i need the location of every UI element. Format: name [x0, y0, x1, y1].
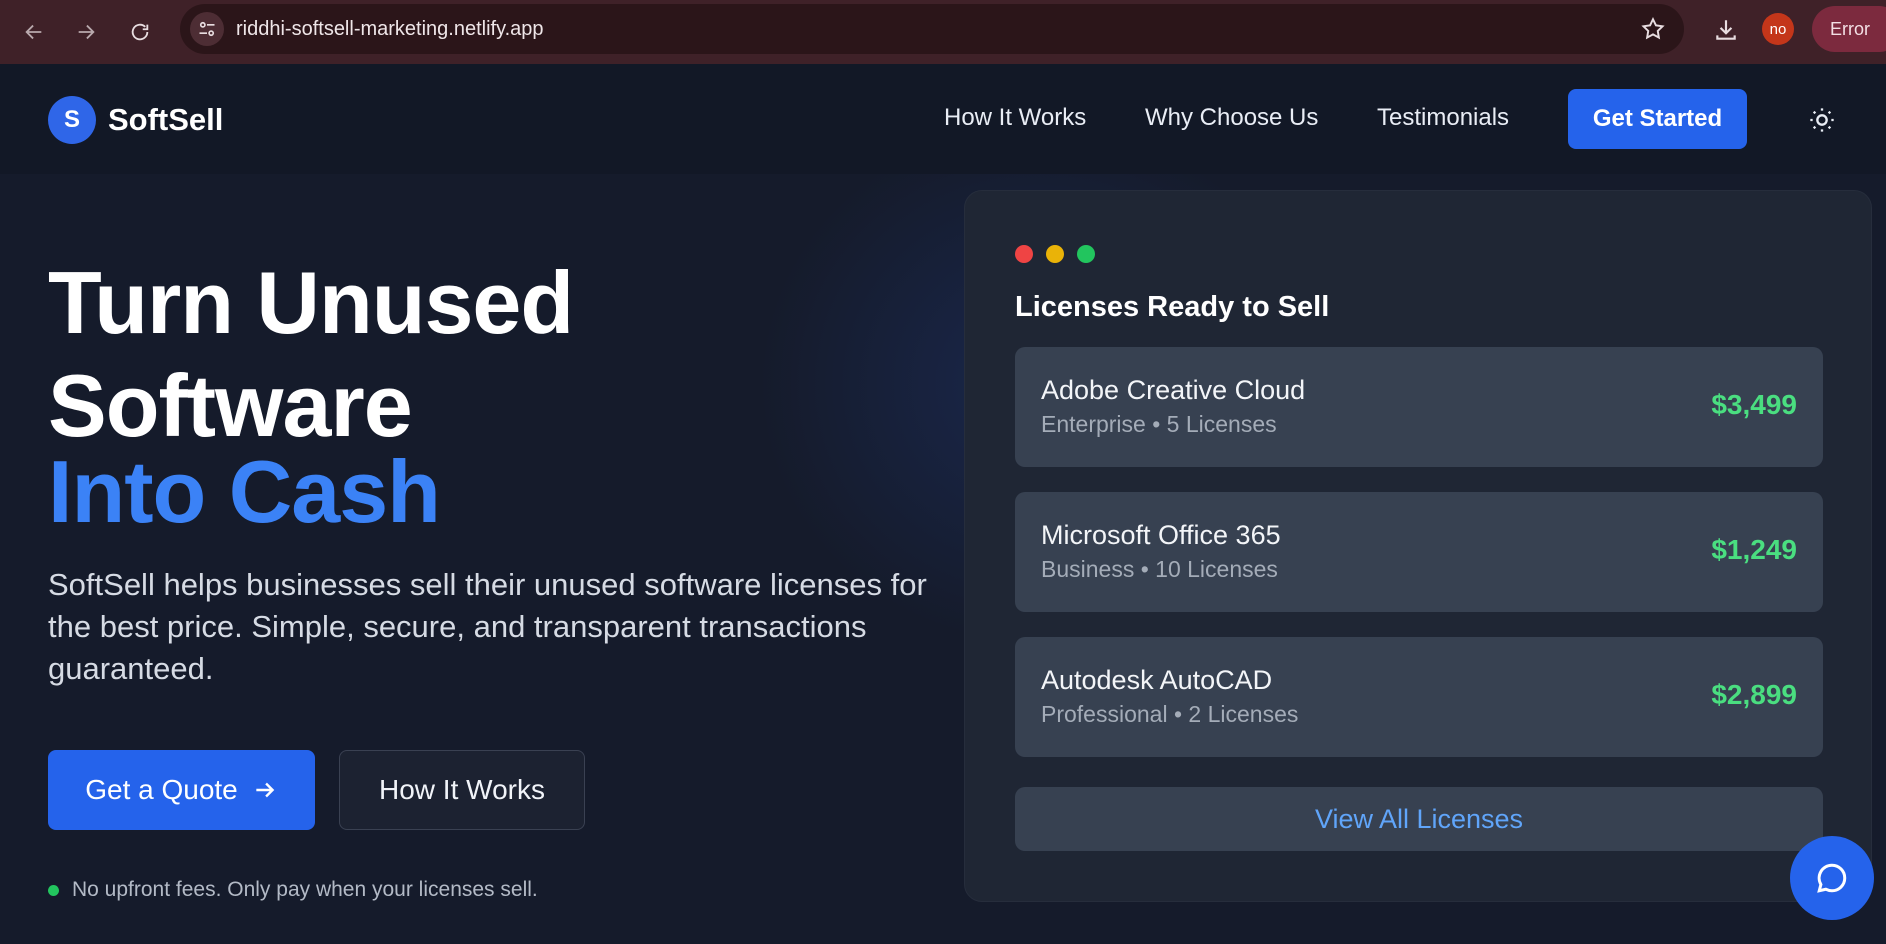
get-a-quote-label: Get a Quote: [85, 774, 238, 805]
page: S SoftSell How It Works Why Choose Us Te…: [0, 64, 1886, 944]
logo-mark: S: [48, 96, 96, 144]
how-it-works-button[interactable]: How It Works: [339, 750, 585, 830]
license-card[interactable]: Microsoft Office 365 Business • 10 Licen…: [1015, 492, 1823, 612]
sun-icon[interactable]: [1804, 102, 1840, 138]
green-dot-icon: [1077, 245, 1095, 263]
forward-arrow-icon[interactable]: [68, 14, 104, 50]
browser-toolbar: riddhi-softsell-marketing.netlify.app no…: [0, 0, 1886, 64]
license-card[interactable]: Autodesk AutoCAD Professional • 2 Licens…: [1015, 637, 1823, 757]
yellow-dot-icon: [1046, 245, 1064, 263]
brand-name: SoftSell: [108, 102, 224, 137]
panel-title: Licenses Ready to Sell: [1015, 291, 1330, 323]
status-dot-icon: [48, 884, 59, 896]
license-card[interactable]: Adobe Creative Cloud Enterprise • 5 Lice…: [1015, 347, 1823, 467]
chat-icon[interactable]: [1790, 836, 1874, 920]
hero-description: SoftSell helps businesses sell their unu…: [48, 567, 927, 686]
get-a-quote-button[interactable]: Get a Quote: [48, 750, 315, 830]
nav-link-testimonials[interactable]: Testimonials: [1377, 104, 1509, 132]
hero-line-1: Turn Unused: [48, 253, 574, 352]
site-info-icon[interactable]: [190, 12, 224, 46]
nav-link-why-choose-us[interactable]: Why Choose Us: [1145, 104, 1318, 132]
view-all-licenses-button[interactable]: View All Licenses: [1015, 787, 1823, 851]
license-name: Autodesk AutoCAD: [1041, 665, 1273, 695]
back-arrow-icon[interactable]: [16, 14, 52, 50]
reload-icon[interactable]: [122, 14, 158, 50]
profile-avatar[interactable]: no: [1762, 13, 1794, 45]
license-price: $1,249: [1711, 534, 1797, 565]
hero-line-2: Software: [48, 356, 413, 455]
hero-line-3: Into Cash: [48, 442, 441, 541]
license-price: $2,899: [1711, 679, 1797, 710]
fees-note-text: No upfront fees. Only pay when your lice…: [72, 878, 538, 901]
logo[interactable]: S SoftSell: [48, 96, 223, 144]
arrow-right-icon: [252, 777, 278, 803]
site-header: S SoftSell How It Works Why Choose Us Te…: [0, 64, 1886, 174]
license-name: Adobe Creative Cloud: [1041, 375, 1306, 405]
license-meta: Professional • 2 Licenses: [1041, 701, 1299, 727]
star-icon[interactable]: [1640, 16, 1666, 47]
license-meta: Enterprise • 5 Licenses: [1041, 411, 1277, 437]
licenses-panel: Licenses Ready to Sell Adobe Creative Cl…: [964, 190, 1872, 902]
nav-link-how-it-works[interactable]: How It Works: [944, 104, 1086, 132]
license-name: Microsoft Office 365: [1041, 520, 1281, 550]
url-text[interactable]: riddhi-softsell-marketing.netlify.app: [236, 18, 544, 41]
address-bar[interactable]: riddhi-softsell-marketing.netlify.app: [180, 4, 1684, 54]
fees-note: No upfront fees. Only pay when your lice…: [48, 878, 538, 902]
license-price: $3,499: [1711, 389, 1797, 420]
get-started-button[interactable]: Get Started: [1568, 89, 1747, 149]
license-meta: Business • 10 Licenses: [1041, 556, 1278, 582]
download-icon[interactable]: [1708, 12, 1744, 48]
red-dot-icon: [1015, 245, 1033, 263]
error-chip[interactable]: Error: [1812, 6, 1886, 52]
